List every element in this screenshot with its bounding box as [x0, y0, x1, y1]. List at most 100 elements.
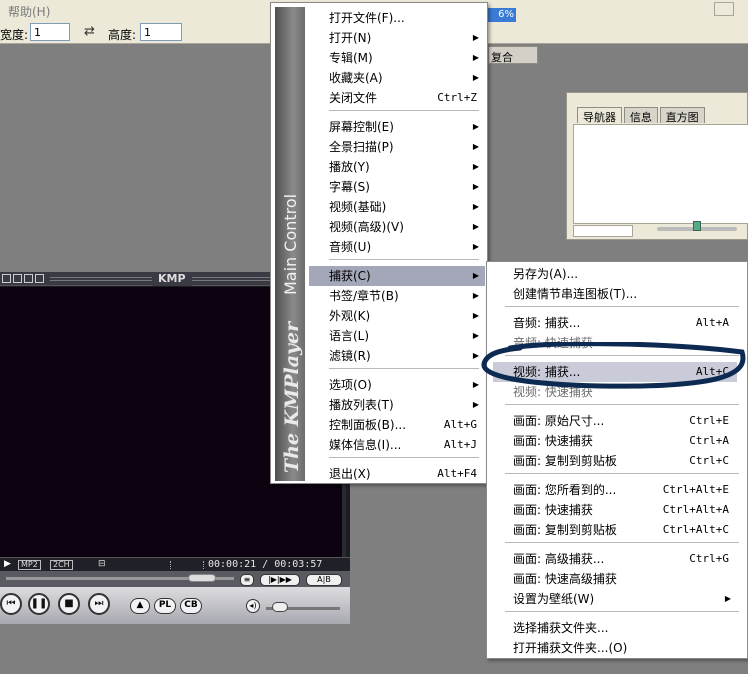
menu-separator — [505, 404, 739, 405]
sidebar-title-wrap: The KMPlayer — [277, 295, 303, 475]
menu-icon[interactable] — [35, 274, 44, 283]
list-icon[interactable]: ≡ — [240, 574, 254, 586]
tab-histogram[interactable]: 直方图 — [659, 107, 705, 124]
capture-menu-item[interactable]: 画面: 快速捕获 Ctrl+A — [493, 431, 737, 451]
capture-menu-item[interactable]: 画面: 您所看到的... Ctrl+Alt+E — [493, 480, 737, 500]
capture-menu-item[interactable]: 音频: 捕获... Alt+A — [493, 313, 737, 333]
main-context-menu: Main Control The KMPlayer 打开文件(F)... 打开(N… — [270, 2, 488, 484]
capture-menu-item[interactable]: 另存为(A)... — [493, 264, 737, 284]
close-icon[interactable] — [2, 274, 11, 283]
caption-icon[interactable]: ⊟ — [98, 559, 106, 569]
submenu-arrow-icon: ▶ — [472, 271, 479, 280]
width-label: 宽度: — [0, 28, 29, 42]
capture-menu-item[interactable]: 设置为壁纸(W) ▶ — [493, 589, 737, 609]
tab-info[interactable]: 信息 — [623, 107, 658, 124]
menu-separator — [505, 473, 739, 474]
menu-item-label: 专辑(M) — [329, 51, 373, 65]
menu-item-label: 音频: 快速捕获 — [513, 336, 593, 350]
main-menu-item[interactable]: 退出(X) Alt+F4 — [309, 464, 485, 484]
menu-item-label: 音频: 捕获... — [513, 316, 581, 330]
menu-item-label: 画面: 高级捕获... — [513, 552, 605, 566]
tab-composite[interactable]: 复合 — [488, 46, 538, 64]
main-menu-item[interactable]: 字幕(S) ▶ — [309, 177, 485, 197]
sidebar-subtitle-wrap: Main Control — [277, 183, 303, 295]
menu-item-label: 控制面板(B)... — [329, 418, 407, 432]
zoom-slider-thumb[interactable] — [693, 221, 701, 231]
capture-menu-item[interactable]: 选择捕获文件夹... — [493, 618, 737, 638]
menu-help[interactable]: 帮助(H) — [8, 3, 50, 20]
capture-menu-item[interactable]: 视频: 捕获... Alt+C — [493, 362, 737, 382]
navigator-panel: 导航器 信息 直方图 — [566, 92, 748, 240]
main-menu-item[interactable]: 打开文件(F)... — [309, 8, 485, 28]
previous-icon[interactable]: ⏮ — [0, 593, 22, 615]
main-menu-item[interactable]: 音频(U) ▶ — [309, 237, 485, 257]
capture-menu-item[interactable]: 画面: 快速捕获 Ctrl+Alt+A — [493, 500, 737, 520]
capture-menu-item[interactable]: 创建情节串连图板(T)... — [493, 284, 737, 304]
tab-navigator[interactable]: 导航器 — [577, 107, 622, 124]
main-menu-item[interactable]: 视频(基础) ▶ — [309, 197, 485, 217]
repeat-ab-button[interactable]: A|B — [306, 574, 342, 586]
volume-thumb[interactable] — [272, 602, 288, 612]
height-label: 高度: — [108, 28, 137, 42]
capture-menu-item[interactable]: 画面: 复制到剪贴板 Ctrl+C — [493, 451, 737, 471]
seek-area: ≡ |▶|▶▶ A|B — [0, 571, 350, 587]
capture-menu-item[interactable]: 画面: 复制到剪贴板 Ctrl+Alt+C — [493, 520, 737, 540]
playlist-button[interactable]: PL — [154, 598, 176, 614]
menu-item-shortcut: Alt+J — [443, 438, 477, 451]
next-icon[interactable]: ⏭ — [88, 593, 110, 615]
eject-button[interactable]: ▲ — [130, 598, 150, 614]
main-menu-item[interactable]: 播放列表(T) ▶ — [309, 395, 485, 415]
main-menu-item[interactable]: 播放(Y) ▶ — [309, 157, 485, 177]
main-menu-item[interactable]: 捕获(C) ▶ — [309, 266, 485, 286]
swap-icon[interactable]: ⇄ — [84, 24, 95, 39]
menu-separator — [505, 306, 739, 307]
submenu-arrow-icon: ▶ — [472, 331, 479, 340]
volume-icon[interactable]: ◂) — [246, 599, 260, 613]
control-box-button[interactable]: CB — [180, 598, 202, 614]
main-menu-item[interactable]: 打开(N) ▶ — [309, 28, 485, 48]
minimize-icon[interactable] — [24, 274, 33, 283]
menu-item-label: 收藏夹(A) — [329, 71, 383, 85]
menu-item-label: 字幕(S) — [329, 180, 370, 194]
submenu-arrow-icon: ▶ — [472, 142, 479, 151]
capture-menu-item[interactable]: 画面: 高级捕获... Ctrl+G — [493, 549, 737, 569]
main-menu-item[interactable]: 选项(O) ▶ — [309, 375, 485, 395]
main-menu-item[interactable]: 语言(L) ▶ — [309, 326, 485, 346]
capture-menu-item[interactable]: 视频: 快速捕获 — [493, 382, 737, 402]
menu-item-label: 捕获(C) — [329, 269, 371, 283]
main-menu-item[interactable]: 全景扫描(P) ▶ — [309, 137, 485, 157]
menu-item-label: 画面: 快速高级捕获 — [513, 572, 617, 586]
menu-item-label: 视频(基础) — [329, 200, 387, 214]
menu-item-shortcut: Ctrl+E — [689, 414, 729, 427]
stop-icon[interactable]: ■ — [58, 593, 80, 615]
window-button[interactable] — [714, 2, 734, 16]
progress-badge: 6% — [488, 8, 516, 22]
main-menu-item[interactable]: 书签/章节(B) ▶ — [309, 286, 485, 306]
frame-step-icon[interactable]: |▶|▶▶ — [260, 574, 300, 586]
main-menu-item[interactable]: 视频(高级)(V) ▶ — [309, 217, 485, 237]
width-field[interactable]: 1 — [30, 23, 70, 41]
menu-separator — [329, 457, 479, 458]
height-field[interactable]: 1 — [140, 23, 182, 41]
main-menu-item[interactable]: 屏幕控制(E) ▶ — [309, 117, 485, 137]
main-menu-item[interactable]: 滤镜(R) ▶ — [309, 346, 485, 366]
main-menu-item[interactable]: 专辑(M) ▶ — [309, 48, 485, 68]
menu-item-label: 创建情节串连图板(T)... — [513, 287, 638, 301]
menu-item-label: 打开(N) — [329, 31, 372, 45]
menu-separator — [505, 355, 739, 356]
capture-menu-item[interactable]: 画面: 原始尺寸... Ctrl+E — [493, 411, 737, 431]
capture-menu-item[interactable]: 画面: 快速高级捕获 — [493, 569, 737, 589]
main-menu-item[interactable]: 媒体信息(I)... Alt+J — [309, 435, 485, 455]
main-menu-item[interactable]: 控制面板(B)... Alt+G — [309, 415, 485, 435]
main-menu-item[interactable]: 外观(K) ▶ — [309, 306, 485, 326]
main-menu-item[interactable]: 收藏夹(A) ▶ — [309, 68, 485, 88]
capture-menu-item[interactable]: 打开捕获文件夹...(O) — [493, 638, 737, 658]
maximize-icon[interactable] — [13, 274, 22, 283]
capture-menu-item[interactable]: 音频: 快速捕获 — [493, 333, 737, 353]
main-menu-item[interactable]: 关闭文件 Ctrl+Z — [309, 88, 485, 108]
seek-thumb[interactable] — [188, 574, 216, 582]
channels-badge: 2CH — [50, 560, 73, 570]
zoom-field[interactable] — [573, 225, 633, 237]
pause-icon[interactable]: ❚❚ — [28, 593, 50, 615]
menu-item-shortcut: Ctrl+Z — [437, 91, 477, 104]
